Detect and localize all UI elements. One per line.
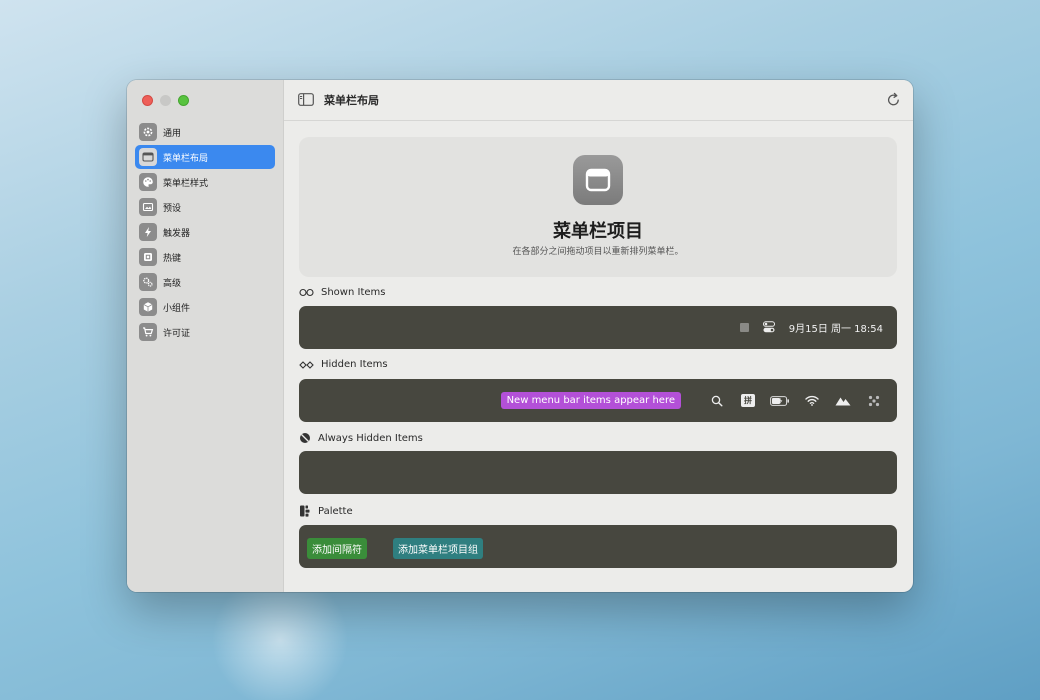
section-title: Shown Items (321, 287, 386, 298)
shown-items-header: Shown Items (299, 287, 385, 298)
sidebar-item-label: 预设 (163, 203, 182, 214)
window-controls (142, 95, 189, 106)
hotkey-icon (139, 248, 157, 266)
cart-icon (139, 323, 157, 341)
menubar-layout-icon (139, 148, 157, 166)
sidebar-item-presets[interactable]: 预设 (135, 195, 275, 219)
close-button[interactable] (142, 95, 153, 106)
gear-icon (139, 123, 157, 141)
sidebar-item-license[interactable]: 许可证 (135, 320, 275, 344)
sidebar-item-hotkeys[interactable]: 热键 (135, 245, 275, 269)
input-method-icon[interactable]: 拼 (739, 393, 757, 409)
add-spacer-button[interactable]: 添加间隔符 (307, 538, 367, 559)
add-group-button[interactable]: 添加菜单栏项目组 (393, 538, 483, 559)
mountain-icon[interactable] (834, 393, 852, 409)
palette-blocks-icon (300, 505, 310, 517)
sidebar-item-label: 菜单栏布局 (163, 153, 209, 164)
bolt-icon (139, 223, 157, 241)
wifi-icon[interactable] (803, 393, 821, 409)
sidebar-toggle-icon[interactable] (298, 91, 314, 110)
menubar-layout-icon (573, 155, 623, 205)
palette-icon (139, 173, 157, 191)
new-items-badge: New menu bar items appear here (500, 392, 681, 409)
sidebar-item-label: 小组件 (163, 303, 191, 314)
hero-title: 菜单栏项目 (553, 221, 643, 242)
zoom-button[interactable] (178, 95, 189, 106)
palette-bar: 添加间隔符 添加菜单栏项目组 (299, 525, 897, 568)
section-title: Hidden Items (321, 359, 388, 370)
presets-icon (139, 198, 157, 216)
cube-icon (139, 298, 157, 316)
hero-panel: 菜单栏项目 在各部分之间拖动项目以重新排列菜单栏。 (299, 137, 897, 277)
sidebar-item-widgets[interactable]: 小组件 (135, 295, 275, 319)
battery-icon[interactable] (770, 393, 790, 409)
gears-icon (139, 273, 157, 291)
page-title: 菜单栏布局 (324, 94, 379, 107)
shown-items-bar[interactable]: 9月15日 周一 18:54 (299, 306, 897, 349)
toolbar: 菜单栏布局 (284, 80, 913, 121)
sidebar-item-menubar-layout[interactable]: 菜单栏布局 (135, 145, 275, 169)
settings-window: 通用 菜单栏布局 菜单栏样式 预设 触发器 热键 高级 小组件 许可证 菜单栏布… (127, 80, 913, 592)
clock-item[interactable]: 9月15日 周一 18:54 (789, 320, 883, 335)
sidebar-item-label: 热键 (163, 253, 182, 264)
hidden-items-bar[interactable]: New menu bar items appear here 拼 (299, 379, 897, 422)
always-hidden-icon (300, 433, 310, 443)
sidebar-item-label: 高级 (163, 278, 182, 289)
always-hidden-items-header: Always Hidden Items (299, 432, 423, 444)
shown-items-list: 9月15日 周一 18:54 (739, 306, 883, 349)
sidebar-item-advanced[interactable]: 高级 (135, 270, 275, 294)
input-method-label: 拼 (741, 394, 755, 407)
sidebar-nav: 通用 菜单栏布局 菜单栏样式 预设 触发器 热键 高级 小组件 许可证 (135, 120, 275, 345)
dots-grid-icon[interactable] (865, 393, 883, 409)
hidden-eyes-icon (299, 360, 314, 369)
sidebar-item-general[interactable]: 通用 (135, 120, 275, 144)
always-hidden-items-bar[interactable] (299, 451, 897, 494)
sidebar-item-label: 许可证 (163, 328, 191, 339)
refresh-icon[interactable] (886, 92, 901, 112)
sidebar-item-menubar-style[interactable]: 菜单栏样式 (135, 170, 275, 194)
sidebar-item-label: 触发器 (163, 228, 191, 239)
search-icon[interactable] (708, 393, 726, 409)
section-title: Always Hidden Items (318, 432, 423, 444)
palette-header: Palette (299, 505, 353, 517)
hero-subtitle: 在各部分之间拖动项目以重新排列菜单栏。 (512, 247, 684, 257)
sidebar: 通用 菜单栏布局 菜单栏样式 预设 触发器 热键 高级 小组件 许可证 (127, 80, 284, 592)
minimize-button[interactable] (160, 95, 171, 106)
sidebar-item-label: 通用 (163, 128, 182, 139)
main-content: 菜单栏布局 菜单栏项目 在各部分之间拖动项目以重新排列菜单栏。 Shown It… (284, 80, 913, 592)
square-item-icon[interactable] (739, 323, 749, 332)
section-title: Palette (318, 505, 353, 517)
sidebar-item-label: 菜单栏样式 (163, 178, 209, 189)
control-center-icon[interactable] (762, 318, 775, 337)
sidebar-item-triggers[interactable]: 触发器 (135, 220, 275, 244)
hidden-items-list: New menu bar items appear here 拼 (500, 379, 883, 422)
visible-eyes-icon (299, 288, 314, 297)
hidden-items-header: Hidden Items (299, 359, 388, 370)
